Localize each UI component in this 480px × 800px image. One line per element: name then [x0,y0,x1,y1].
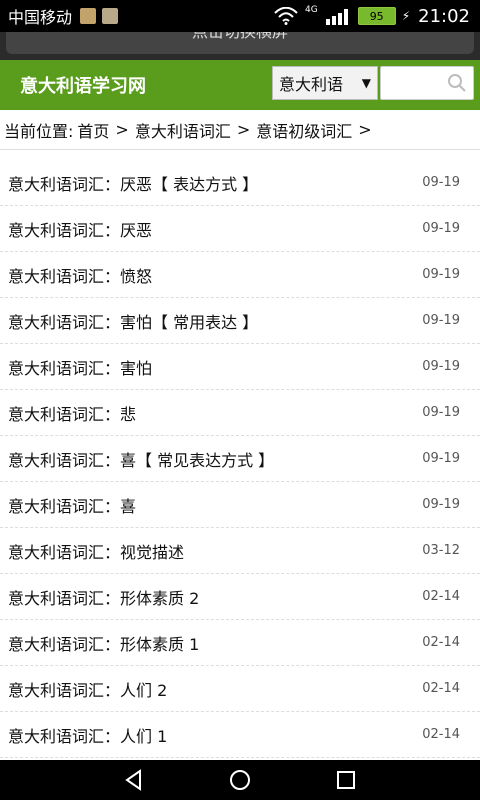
wifi-icon [274,7,298,25]
breadcrumb-separator: > [358,120,372,139]
list-item-date: 09-19 [422,175,460,190]
status-bar: 中国移动 4G 95 ⚡ 21:02 [0,0,480,32]
list-item-date: 09-19 [422,451,460,466]
carrier-label: 中国移动 [8,8,73,27]
status-right: 4G 95 ⚡ 21:02 [273,5,470,27]
list-item-title: 意大利语词汇：害怕【 常用表达 】 [8,312,259,332]
list-item-date: 09-19 [422,313,460,328]
list-item[interactable]: 意大利语词汇：害怕 09-19 [0,344,480,390]
site-header: 意大利语学习网 意大利语 ▼ [0,60,480,110]
language-select-value: 意大利语 [279,75,344,94]
site-title[interactable]: 意大利语学习网 [20,72,146,98]
charging-icon: ⚡ [401,9,411,23]
breadcrumb-prefix: 当前位置: [4,121,74,141]
list-item[interactable]: 意大利语词汇：人们 1 02-14 [0,712,480,758]
breadcrumb-separator: > [115,120,129,139]
back-icon[interactable] [122,768,146,792]
list-item[interactable]: 意大利语词汇：喜 09-19 [0,482,480,528]
breadcrumb-home[interactable]: 首页 [77,118,109,142]
list-item[interactable]: 意大利语词汇：人们 2 02-14 [0,666,480,712]
caret-down-icon: ▼ [361,76,371,90]
network-type-label: 4G [304,5,318,15]
breadcrumb-subcategory[interactable]: 意语初级词汇 [256,118,352,142]
breadcrumb: 当前位置: 首页 > 意大利语词汇 > 意语初级词汇 > [0,110,480,150]
rotate-landscape-button[interactable]: 点击切换横屏 [6,32,474,54]
list-item[interactable]: 意大利语词汇：害怕【 常用表达 】 09-19 [0,298,480,344]
list-item-title: 意大利语词汇：人们 1 [8,726,168,746]
navigation-bar [0,760,480,800]
list-item[interactable]: 意大利语词汇：形体素质 2 02-14 [0,574,480,620]
list-item-title: 意大利语词汇：视觉描述 [8,542,185,562]
list-item-title: 意大利语词汇：厌恶 [8,220,153,240]
search-icon[interactable] [447,73,467,93]
list-item-date: 02-14 [422,727,460,742]
list-item-date: 02-14 [422,635,460,650]
list-item[interactable]: 意大利语词汇：愤怒 09-19 [0,252,480,298]
home-icon[interactable] [228,768,252,792]
app-notification-icon [80,8,97,24]
breadcrumb-separator: > [236,120,251,139]
list-item-date: 09-19 [422,405,460,420]
list-item-title: 意大利语词汇：形体素质 2 [8,588,200,608]
list-item-title: 意大利语词汇：形体素质 1 [8,634,200,654]
list-item-title: 意大利语词汇：喜【 常见表达方式 】 [8,450,275,470]
list-item[interactable]: 意大利语词汇：喜【 常见表达方式 】 09-19 [0,436,480,482]
language-select[interactable]: 意大利语 ▼ [272,66,378,100]
signal-icon [325,9,348,25]
image-notification-icon [102,8,119,24]
list-item-date: 02-14 [422,589,460,604]
search-input[interactable] [380,66,474,100]
list-item-date: 02-14 [422,681,460,696]
list-item-date: 09-19 [422,221,460,236]
breadcrumb-category[interactable]: 意大利语词汇 [135,118,231,142]
list-item-title: 意大利语词汇：害怕 [8,358,153,378]
recent-apps-icon[interactable] [334,768,358,792]
clock: 21:02 [418,5,470,27]
battery-level: 95 [369,9,384,23]
list-item[interactable]: 意大利语词汇：形体素质 1 02-14 [0,620,480,666]
list-item[interactable]: 意大利语词汇：厌恶 09-19 [0,206,480,252]
list-item-date: 03-12 [422,543,460,558]
list-item-title: 意大利语词汇：厌恶【 表达方式 】 [8,174,259,194]
list-item-date: 09-19 [422,267,460,282]
list-item-title: 意大利语词汇：悲 [8,404,137,424]
list-item-date: 09-19 [422,497,460,512]
rotate-bar: 点击切换横屏 [0,32,480,60]
list-item-title: 意大利语词汇：人们 2 [8,680,168,700]
list-item[interactable]: 意大利语词汇：视觉描述 03-12 [0,528,480,574]
list-item[interactable]: 意大利语词汇：厌恶【 表达方式 】 09-19 [0,160,480,206]
list-item-title: 意大利语词汇：喜 [8,496,137,516]
list-item[interactable]: 意大利语词汇：悲 09-19 [0,390,480,436]
battery-icon: 95 [357,7,396,25]
list-item-title: 意大利语词汇：愤怒 [8,266,153,286]
article-list: 意大利语词汇：厌恶【 表达方式 】 09-19 意大利语词汇：厌恶 09-19 … [0,160,480,760]
list-item-date: 09-19 [422,359,460,374]
